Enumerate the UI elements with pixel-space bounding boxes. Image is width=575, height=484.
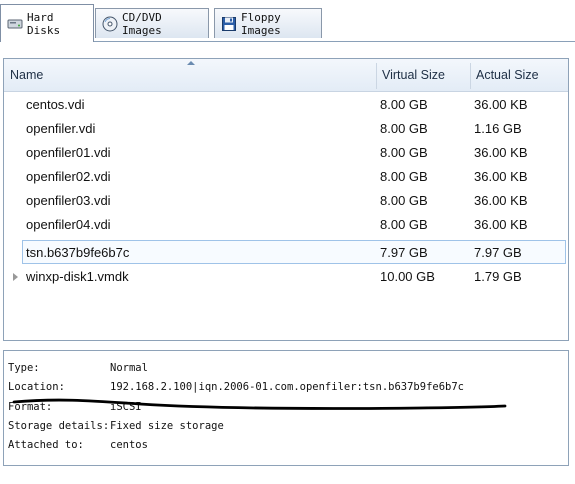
storage-details-value: Fixed size storage <box>110 420 224 432</box>
table-row-selected[interactable]: tsn.b637b9fe6b7c 7.97 GB 7.97 GB <box>22 240 566 264</box>
disk-name: winxp-disk1.vmdk <box>26 269 129 284</box>
type-label: Type: <box>8 362 40 374</box>
virtual-size: 10.00 GB <box>380 269 435 284</box>
actual-size: 1.16 GB <box>474 121 522 136</box>
table-row[interactable]: openfiler04.vdi 8.00 GB 36.00 KB <box>4 213 568 237</box>
media-tabs: Hard Disks CD/DVD Images Floppy Images <box>0 0 575 44</box>
disk-name: openfiler03.vdi <box>26 193 111 208</box>
disk-name: openfiler04.vdi <box>26 217 111 232</box>
format-value: iSCSI <box>110 401 142 413</box>
tab-label: Floppy Images <box>241 10 281 37</box>
attached-to-value: centos <box>110 439 148 451</box>
disk-name: openfiler01.vdi <box>26 145 111 160</box>
storage-details-label: Storage details: <box>8 420 110 432</box>
actual-size: 7.97 GB <box>474 245 522 260</box>
actual-size: 1.79 GB <box>474 269 522 284</box>
sort-ascending-icon <box>187 61 195 65</box>
virtual-size: 8.00 GB <box>380 121 428 136</box>
table-row[interactable]: openfiler01.vdi 8.00 GB 36.00 KB <box>4 141 568 165</box>
disk-name: tsn.b637b9fe6b7c <box>26 245 130 260</box>
attached-to-label: Attached to: <box>8 439 84 451</box>
tab-label: CD/DVD Images <box>122 10 162 37</box>
table-row[interactable]: openfiler03.vdi 8.00 GB 36.00 KB <box>4 189 568 213</box>
disk-name: centos.vdi <box>26 97 85 112</box>
location-label: Location: <box>8 381 65 393</box>
disk-name: openfiler.vdi <box>26 121 96 136</box>
disk-name: openfiler02.vdi <box>26 169 111 184</box>
expand-arrow-icon[interactable] <box>13 273 18 281</box>
media-list[interactable]: Name Virtual Size Actual Size centos.vdi… <box>3 58 569 341</box>
virtual-size: 8.00 GB <box>380 169 428 184</box>
table-header: Name Virtual Size Actual Size <box>4 59 568 92</box>
tab-hard-disks[interactable]: Hard Disks <box>0 4 94 42</box>
column-header-virtual-size[interactable]: Virtual Size <box>382 59 470 91</box>
virtual-size: 8.00 GB <box>380 97 428 112</box>
details-panel: Type: Normal Location: 192.168.2.100|iqn… <box>3 350 569 466</box>
tab-label: Hard Disks <box>27 10 61 37</box>
actual-size: 36.00 KB <box>474 145 528 160</box>
actual-size: 36.00 KB <box>474 217 528 232</box>
format-label: Format: <box>8 401 53 413</box>
column-divider[interactable] <box>470 63 471 89</box>
floppy-icon <box>221 16 237 32</box>
type-value: Normal <box>110 362 148 374</box>
column-divider[interactable] <box>376 63 377 89</box>
virtual-size: 8.00 GB <box>380 145 428 160</box>
tab-floppy-images[interactable]: Floppy Images <box>214 8 322 38</box>
table-row[interactable]: openfiler02.vdi 8.00 GB 36.00 KB <box>4 165 568 189</box>
table-row[interactable]: openfiler.vdi 8.00 GB 1.16 GB <box>4 117 568 141</box>
tab-cd-dvd-images[interactable]: CD/DVD Images <box>95 8 209 38</box>
virtual-size: 7.97 GB <box>380 245 428 260</box>
actual-size: 36.00 KB <box>474 193 528 208</box>
table-row[interactable]: winxp-disk1.vmdk 10.00 GB 1.79 GB <box>4 265 568 289</box>
column-header-actual-size[interactable]: Actual Size <box>476 59 566 91</box>
cd-dvd-icon <box>102 16 118 32</box>
actual-size: 36.00 KB <box>474 97 528 112</box>
virtual-size: 8.00 GB <box>380 193 428 208</box>
table-row[interactable]: centos.vdi 8.00 GB 36.00 KB <box>4 93 568 117</box>
actual-size: 36.00 KB <box>474 169 528 184</box>
virtual-size: 8.00 GB <box>380 217 428 232</box>
hard-disk-icon <box>7 16 23 32</box>
location-value: 192.168.2.100|iqn.2006-01.com.openfiler:… <box>110 381 465 393</box>
